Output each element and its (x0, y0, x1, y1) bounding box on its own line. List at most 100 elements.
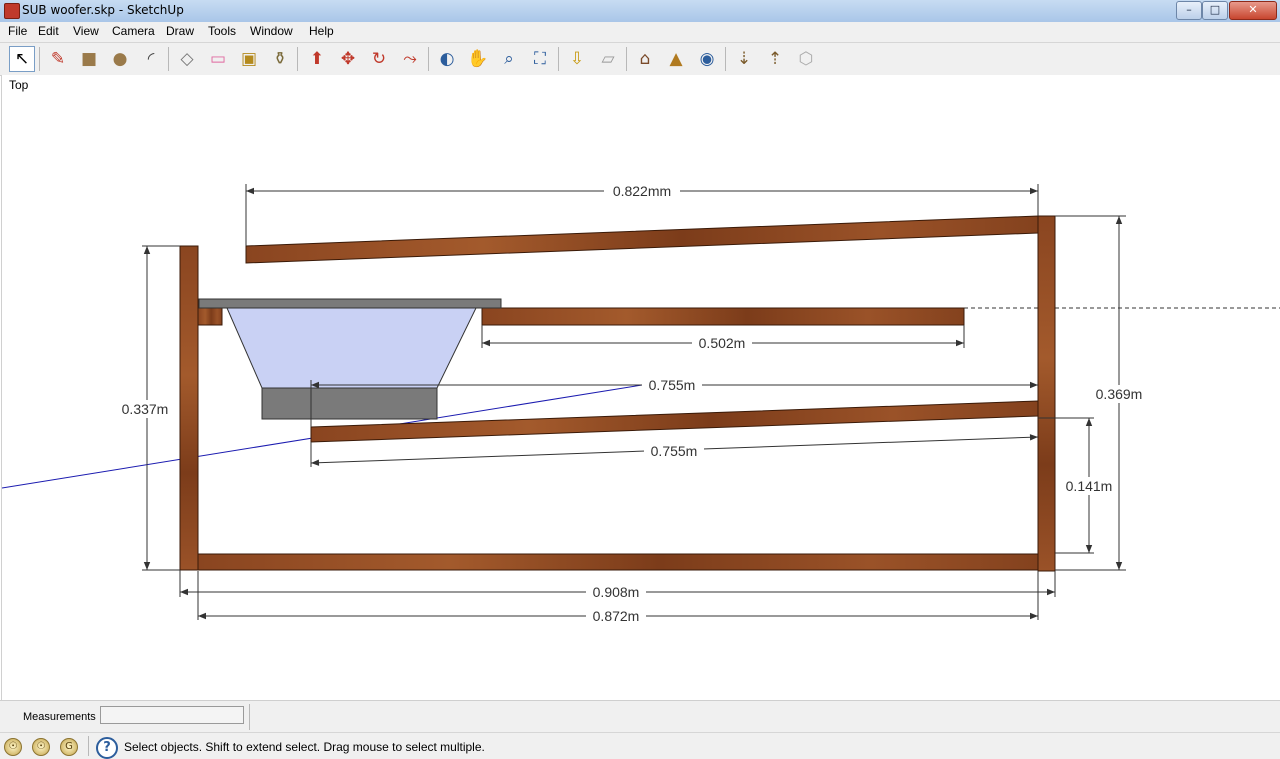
share-component-button[interactable]: ⬡ (793, 46, 819, 72)
maximize-button[interactable]: □ (1202, 1, 1228, 20)
toolbar-separator (168, 47, 169, 71)
dim-port-gap[interactable]: 0.141m (1066, 478, 1113, 494)
measurements-label: Measurements (23, 711, 96, 723)
push-pull-icon: ⬆ (309, 48, 325, 69)
eraser-tool-button[interactable]: ▭ (205, 46, 231, 72)
dim-top-board[interactable]: 0.822mm (613, 183, 671, 199)
credits-icon[interactable]: ☉ (32, 738, 50, 756)
measurements-separator (249, 704, 250, 730)
move-tool-button[interactable]: ✥ (335, 46, 361, 72)
toolbar-separator (39, 47, 40, 71)
toolbar-separator (297, 47, 298, 71)
menu-file[interactable]: File (8, 24, 27, 38)
dim-outer-width[interactable]: 0.908m (593, 584, 640, 600)
rotate-tool-button[interactable]: ↻ (366, 46, 392, 72)
offset-tool-button[interactable]: ⤳ (397, 46, 423, 72)
next-view-button[interactable]: ▱ (595, 46, 621, 72)
minimize-button[interactable]: – (1176, 1, 1202, 20)
orbit-icon: ◐ (439, 48, 455, 69)
toolbar-separator (626, 47, 627, 71)
menu-window[interactable]: Window (250, 24, 293, 38)
push-pull-button[interactable]: ⬆ (304, 46, 330, 72)
zoom-extents-button[interactable]: ⛶ (527, 46, 553, 72)
add-location-button[interactable]: ⌂ (632, 46, 658, 72)
dim-right-height[interactable]: 0.369m (1096, 386, 1143, 402)
toolbar-separator (725, 47, 726, 71)
left-baffle-stub[interactable] (197, 307, 223, 326)
pan-tool-button[interactable]: ✋ (465, 46, 491, 72)
speaker-flange[interactable] (198, 298, 502, 309)
circle-tool-button[interactable]: ● (107, 46, 133, 72)
status-hint-text: Select objects. Shift to extend select. … (124, 740, 485, 754)
title-bar: SUB woofer.skp - SketchUp – □ ✕ (0, 0, 1280, 23)
menu-edit[interactable]: Edit (38, 24, 59, 38)
bottom-board[interactable] (197, 553, 1039, 571)
zoom-icon: ⌕ (504, 48, 514, 69)
menu-tools[interactable]: Tools (208, 24, 236, 38)
toggle-terrain-button[interactable]: ▲ (663, 46, 689, 72)
google-earth-icon: ◉ (699, 48, 715, 69)
geo-location-icon[interactable]: ☉ (4, 738, 22, 756)
arc-tool-button[interactable]: ◜ (138, 46, 164, 72)
toolbar-separator (558, 47, 559, 71)
rotate-icon: ↻ (371, 48, 387, 69)
share-model-icon: ⇡ (767, 48, 783, 69)
inner-shelf-board[interactable] (481, 307, 965, 326)
menu-draw[interactable]: Draw (166, 24, 194, 38)
tape-measure-icon: ▣ (240, 48, 258, 69)
pencil-tool-button[interactable]: ✎ (45, 46, 71, 72)
get-models-icon: ⇣ (736, 48, 752, 69)
left-side-board[interactable] (179, 245, 199, 571)
status-separator (88, 736, 89, 756)
paint-bucket-icon: ⚱ (272, 48, 288, 69)
google-earth-button[interactable]: ◉ (694, 46, 720, 72)
help-icon[interactable]: ? (96, 737, 118, 759)
menu-bar: File Edit View Camera Draw Tools Window … (0, 22, 1280, 43)
rectangle-icon: ■ (80, 48, 98, 69)
paint-bucket-button[interactable]: ⚱ (267, 46, 293, 72)
main-toolbar: ↖ ✎ ■ ● ◜ ◇ ▭ ▣ ⚱ ⬆ ✥ ↻ ⤳ ◐ ✋ ⌕ ⛶ ⇩ ▱ ⌂ … (0, 43, 1280, 76)
status-bar: ☉ ☉ G ? Select objects. Shift to extend … (0, 732, 1280, 759)
arc-icon: ◜ (147, 48, 155, 69)
select-icon: ↖ (14, 48, 30, 69)
tape-measure-button[interactable]: ▣ (236, 46, 262, 72)
measurements-bar: Measurements (0, 700, 1280, 733)
zoom-extents-icon: ⛶ (534, 48, 546, 69)
dim-inner-width[interactable]: 0.872m (593, 608, 640, 624)
close-button[interactable]: ✕ (1229, 1, 1277, 20)
pan-icon: ✋ (467, 48, 489, 69)
add-location-icon: ⌂ (639, 48, 651, 69)
drawing-canvas[interactable]: Top 0.822mm 0.502m 0.755m 0.755m 0.337m … (1, 75, 1280, 700)
speaker-magnet[interactable] (261, 387, 438, 420)
dim-lower-port[interactable]: 0.755m (651, 443, 698, 459)
rectangle-tool-button[interactable]: ■ (76, 46, 102, 72)
user-login-icon[interactable]: G (60, 738, 78, 756)
orbit-tool-button[interactable]: ◐ (434, 46, 460, 72)
move-icon: ✥ (340, 48, 356, 69)
get-models-button[interactable]: ⇣ (731, 46, 757, 72)
pencil-icon: ✎ (50, 48, 66, 69)
window-title: SUB woofer.skp - SketchUp (22, 3, 184, 17)
measurements-field[interactable] (100, 706, 244, 724)
circle-icon: ● (112, 48, 128, 69)
dim-upper-port[interactable]: 0.755m (649, 377, 696, 393)
dim-inner-shelf[interactable]: 0.502m (699, 335, 746, 351)
zoom-tool-button[interactable]: ⌕ (496, 46, 522, 72)
share-component-icon: ⬡ (798, 48, 814, 69)
right-side-board[interactable] (1037, 215, 1056, 572)
share-model-button[interactable]: ⇡ (762, 46, 788, 72)
make-component-icon: ◇ (180, 48, 194, 69)
next-view-icon: ▱ (601, 48, 615, 69)
make-component-button[interactable]: ◇ (174, 46, 200, 72)
speaker-cone[interactable] (226, 307, 477, 389)
previous-view-icon: ⇩ (569, 48, 585, 69)
menu-camera[interactable]: Camera (112, 24, 155, 38)
toggle-terrain-icon: ▲ (669, 48, 683, 69)
top-slanted-board[interactable] (245, 215, 1039, 264)
dim-left-height[interactable]: 0.337m (122, 401, 169, 417)
model-drawing[interactable]: 0.822mm 0.502m 0.755m 0.755m 0.337m 0.36… (2, 75, 1280, 700)
select-tool-button[interactable]: ↖ (9, 46, 35, 72)
previous-view-button[interactable]: ⇩ (564, 46, 590, 72)
menu-help[interactable]: Help (309, 24, 334, 38)
menu-view[interactable]: View (73, 24, 99, 38)
